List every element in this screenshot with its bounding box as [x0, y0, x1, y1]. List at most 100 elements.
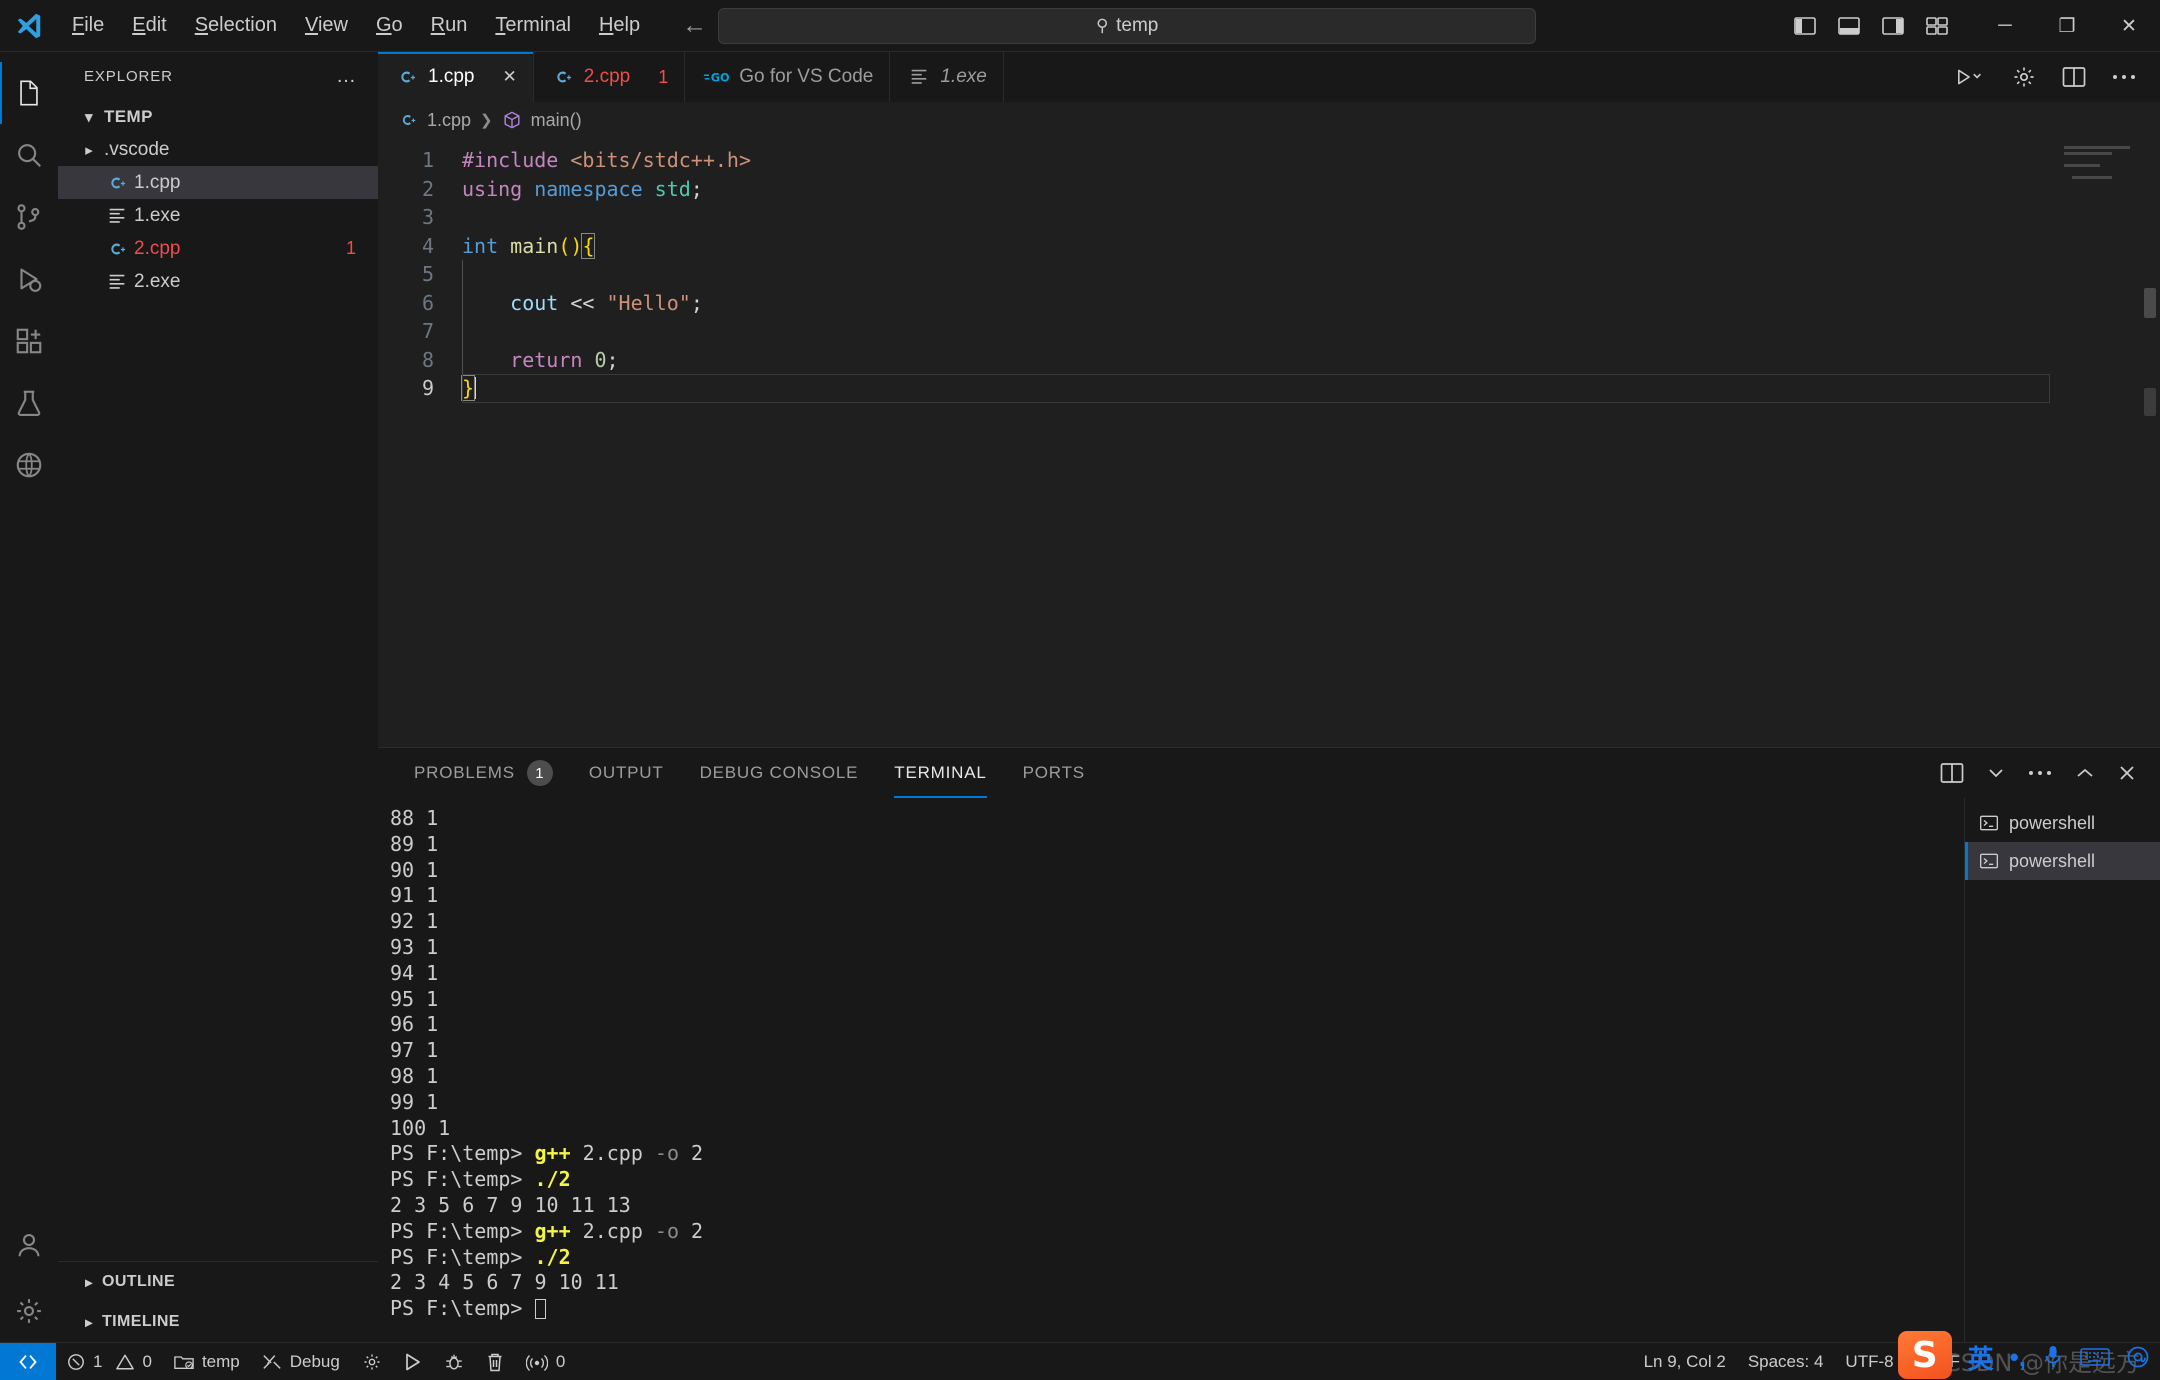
terminal-text: 96 1 — [390, 1012, 438, 1036]
status-problems[interactable]: 1 0 — [56, 1343, 163, 1380]
close-tab-icon[interactable]: ✕ — [502, 67, 516, 87]
tree-item-1cpp[interactable]: 1.cpp — [58, 166, 378, 199]
maximize-button[interactable]: ❐ — [2036, 0, 2098, 52]
breadcrumb-file[interactable]: 1.cpp — [427, 110, 471, 131]
tab-go-for-vs-code[interactable]: GO Go for VS Code — [685, 52, 890, 102]
ime-punctuation-toggle[interactable]: •, — [2010, 1342, 2026, 1373]
code-line: 9} — [378, 374, 2160, 403]
status-run[interactable] — [393, 1343, 433, 1380]
sogou-logo-icon[interactable]: S — [1898, 1331, 1952, 1379]
keyboard-icon[interactable] — [2080, 1346, 2110, 1368]
error-count: 1 — [93, 1352, 102, 1372]
tab-label: 1.exe — [940, 66, 986, 88]
menu-edit[interactable]: Edit — [118, 9, 180, 42]
code-text: int main(){ — [462, 232, 594, 261]
panel-body: 88 189 190 191 192 193 194 195 196 197 1… — [378, 798, 2160, 1342]
terminal-instance-1[interactable]: powershell — [1965, 804, 2160, 842]
tab-2cpp[interactable]: 2.cpp 1 — [534, 52, 686, 102]
terminal-text: PS F:\temp> — [390, 1167, 535, 1191]
terminal-instance-2[interactable]: powershell — [1965, 842, 2160, 880]
minimap[interactable] — [2064, 146, 2136, 206]
editor-overview-ruler[interactable] — [2144, 388, 2156, 416]
toggle-secondary-sidebar-icon[interactable] — [1882, 16, 1904, 36]
panel-tab-terminal[interactable]: TERMINAL — [876, 748, 1004, 798]
status-cursor-position[interactable]: Ln 9, Col 2 — [1633, 1343, 1737, 1380]
status-debug-start[interactable] — [433, 1343, 475, 1380]
ime-language-toggle[interactable]: 英 — [1968, 1339, 1994, 1376]
status-settings[interactable] — [351, 1343, 393, 1380]
breadcrumb-symbol[interactable]: main() — [531, 110, 582, 131]
toggle-primary-sidebar-icon[interactable] — [1794, 16, 1816, 36]
panel-tab-output[interactable]: OUTPUT — [571, 748, 682, 798]
activity-testing[interactable] — [0, 372, 58, 434]
gear-icon[interactable] — [2012, 65, 2036, 89]
tree-item-2cpp[interactable]: 2.cpp 1 — [58, 232, 378, 265]
status-clean[interactable] — [475, 1343, 515, 1380]
editor-scrollbar[interactable] — [2144, 288, 2156, 318]
customize-layout-icon[interactable] — [1926, 16, 1948, 36]
sidebar-section-timeline[interactable]: ▸ TIMELINE — [58, 1302, 378, 1342]
status-indentation[interactable]: Spaces: 4 — [1737, 1343, 1835, 1380]
minimize-button[interactable]: ─ — [1974, 0, 2036, 52]
chevron-up-icon[interactable] — [2076, 767, 2094, 779]
code-token — [462, 348, 510, 372]
go-back-icon[interactable]: ← — [682, 13, 707, 38]
tree-item-2exe[interactable]: 2.exe — [58, 265, 378, 298]
terminal-output[interactable]: 88 189 190 191 192 193 194 195 196 197 1… — [378, 798, 1964, 1342]
menu-file[interactable]: File — [58, 9, 118, 42]
run-code-icon[interactable] — [1956, 66, 1986, 88]
command-center-search[interactable]: ⚲ temp — [718, 8, 1536, 44]
tree-item-vscode[interactable]: ▸ .vscode — [58, 133, 378, 166]
toggle-panel-icon[interactable] — [1838, 16, 1860, 36]
cpp-icon — [102, 172, 132, 194]
close-window-button[interactable]: ✕ — [2098, 0, 2160, 52]
status-folder[interactable]: temp — [163, 1343, 251, 1380]
menu-run[interactable]: Run — [417, 9, 482, 42]
menu-help[interactable]: Help — [585, 9, 654, 42]
panel-tab-debug-console[interactable]: DEBUG CONSOLE — [682, 748, 877, 798]
panel-tab-ports[interactable]: PORTS — [1005, 748, 1103, 798]
menu-go[interactable]: Go — [362, 9, 417, 42]
status-debug[interactable]: Debug — [251, 1343, 351, 1380]
sidebar-section-outline[interactable]: ▸ OUTLINE — [58, 1262, 378, 1302]
tree-root-temp[interactable]: ▾ TEMP — [58, 100, 378, 133]
terminal-text: -o — [655, 1219, 679, 1243]
status-encoding[interactable]: UTF-8 — [1834, 1343, 1904, 1380]
terminal-text: 99 1 — [390, 1090, 438, 1114]
status-live-share[interactable]: 0 — [515, 1343, 576, 1380]
activity-manage-settings[interactable] — [0, 1280, 58, 1342]
chevron-down-icon[interactable] — [1988, 767, 2004, 779]
tab-1exe[interactable]: 1.exe — [890, 52, 1003, 102]
terminal-text: 91 1 — [390, 883, 438, 907]
more-actions-icon[interactable] — [2112, 73, 2136, 81]
activity-search[interactable] — [0, 124, 58, 186]
chevron-down-icon: ▾ — [76, 108, 102, 126]
sogou-ime-toolbar[interactable]: S 英 •, — [1898, 1334, 2160, 1380]
code-editor[interactable]: 1#include <bits/stdc++.h>2using namespac… — [378, 138, 2160, 747]
at-sign-icon[interactable] — [2126, 1345, 2150, 1369]
activity-explorer[interactable] — [0, 62, 58, 124]
menu-selection[interactable]: Selection — [181, 9, 291, 42]
activity-run-and-debug[interactable] — [0, 248, 58, 310]
activity-source-control[interactable] — [0, 186, 58, 248]
tab-1cpp[interactable]: 1.cpp ✕ — [378, 52, 534, 102]
editor-tabs: 1.cpp ✕ 2.cpp 1 GO — [378, 52, 2160, 102]
cpp-icon — [552, 66, 574, 88]
activity-remote-explorer[interactable] — [0, 434, 58, 496]
close-icon[interactable] — [2118, 764, 2136, 782]
activity-accounts[interactable] — [0, 1218, 58, 1280]
activity-extensions[interactable] — [0, 310, 58, 372]
gear-icon — [362, 1352, 382, 1372]
split-editor-icon[interactable] — [2062, 66, 2086, 88]
breadcrumb: 1.cpp ❯ main() — [378, 102, 2160, 138]
split-icon[interactable] — [1940, 762, 1964, 784]
sidebar-more-actions-icon[interactable]: … — [336, 65, 358, 88]
panel-tab-problems[interactable]: PROBLEMS1 — [396, 748, 571, 798]
menu-view[interactable]: View — [291, 9, 362, 42]
remote-window-indicator[interactable] — [0, 1343, 56, 1380]
menu-terminal[interactable]: Terminal — [481, 9, 585, 42]
code-token: ; — [607, 348, 619, 372]
tree-item-1exe[interactable]: 1.exe — [58, 199, 378, 232]
microphone-icon[interactable] — [2042, 1344, 2064, 1370]
ellipsis-icon[interactable] — [2028, 769, 2052, 777]
